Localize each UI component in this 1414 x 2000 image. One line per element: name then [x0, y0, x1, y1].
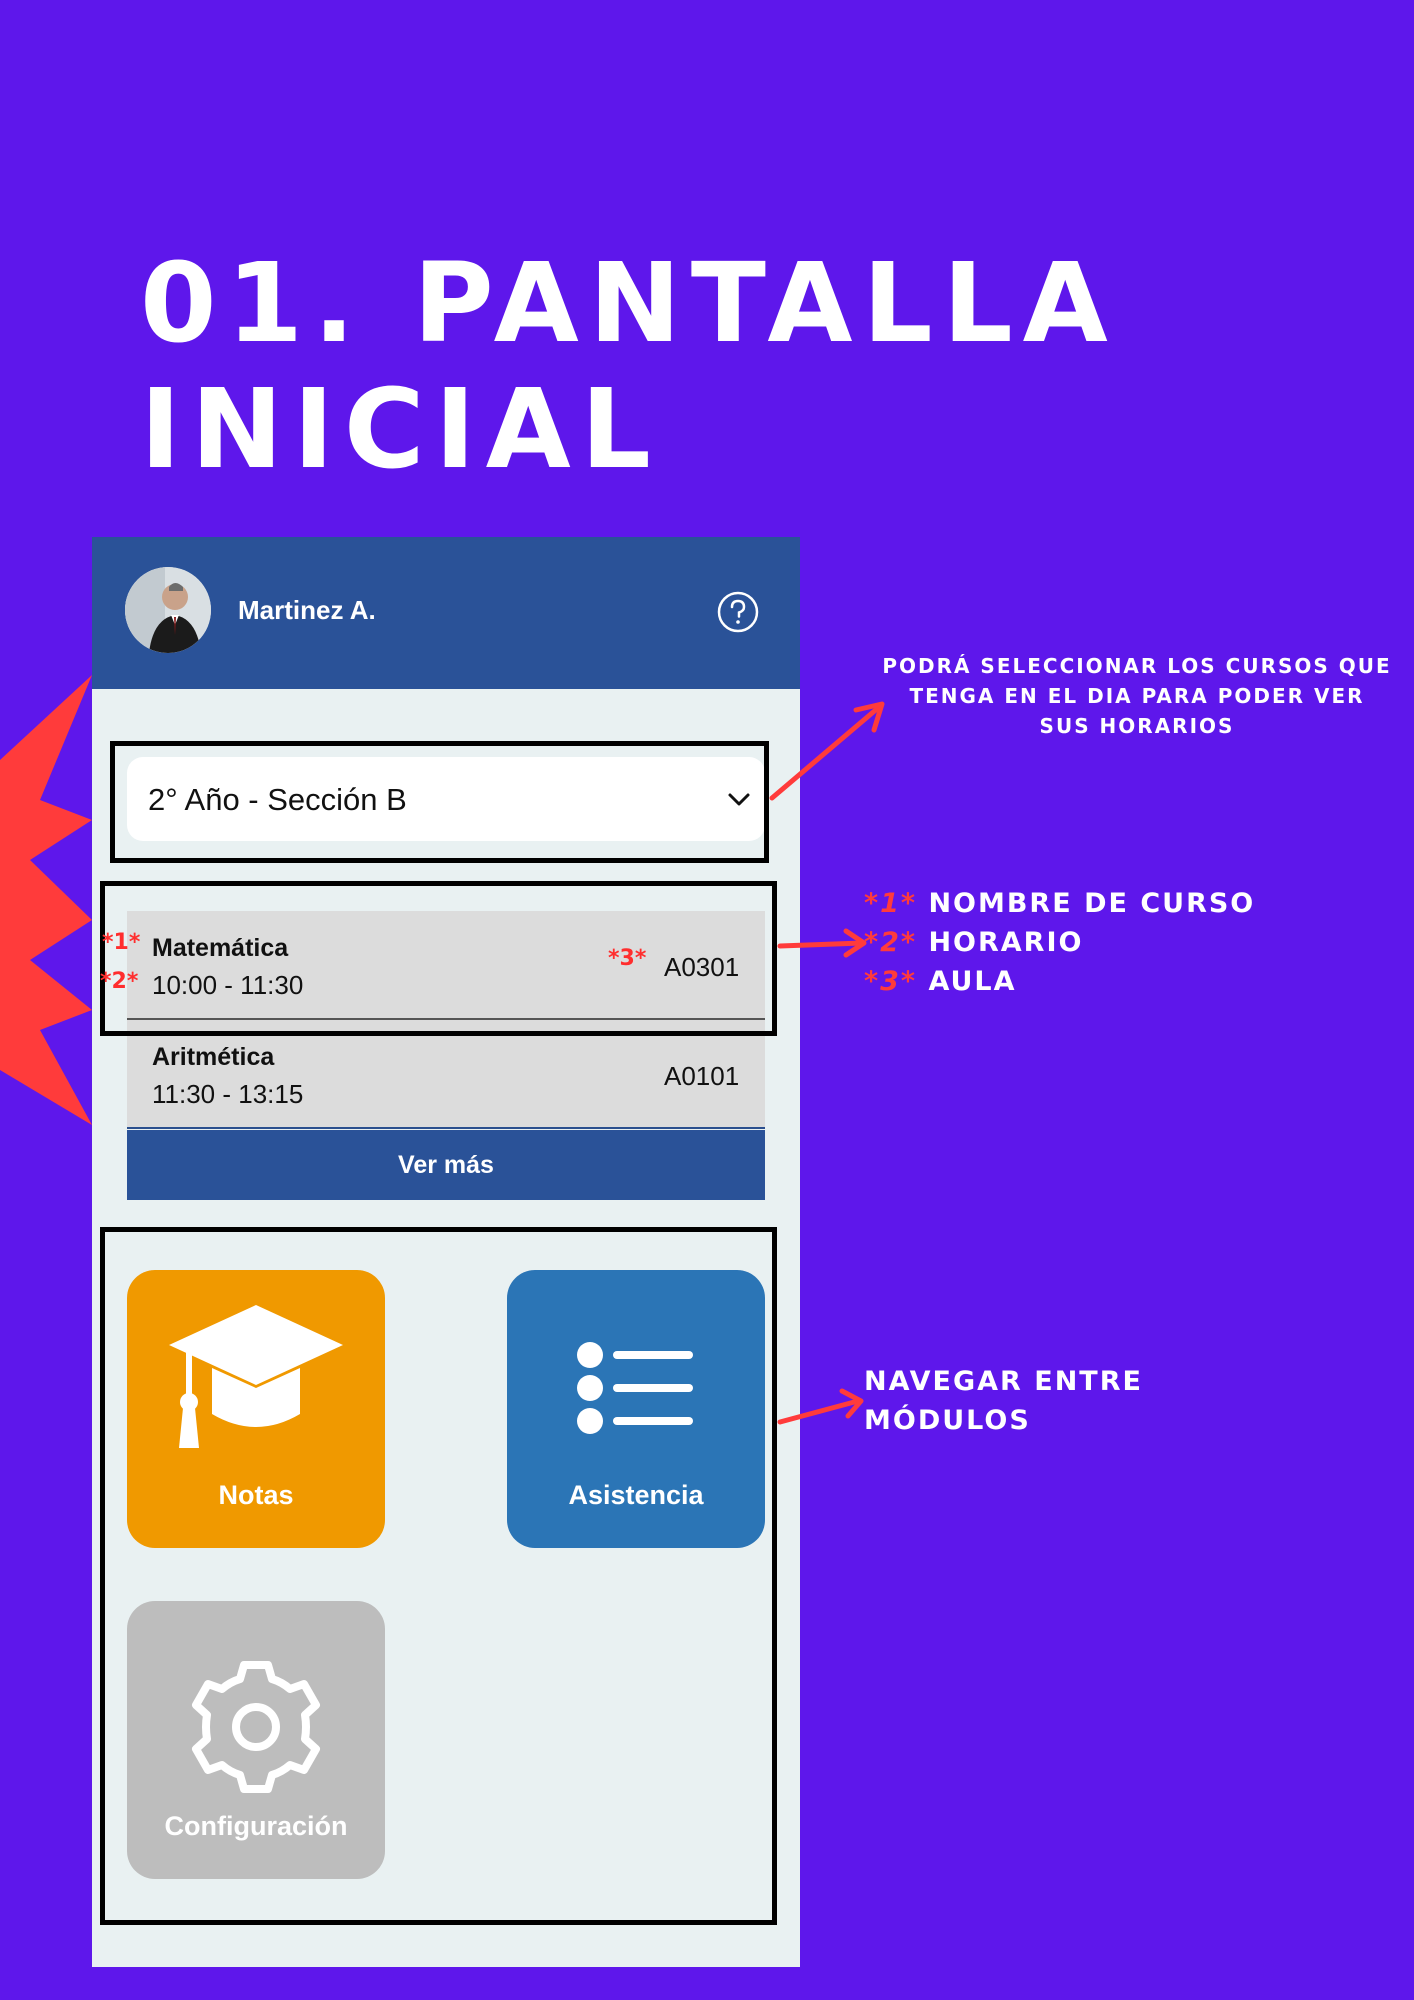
legend-mark: *1* — [864, 888, 918, 919]
legend-mark: *2* — [864, 927, 918, 958]
legend-mark: *3* — [864, 966, 918, 997]
legend-text: HORARIO — [928, 927, 1084, 958]
annotation-navigate-modules: NAVEGAR ENTRE MÓDULOS — [864, 1366, 1143, 1436]
red-spikes-decoration — [0, 675, 92, 1125]
highlight-box-dropdown — [110, 741, 769, 863]
marker-3: *3* — [608, 946, 647, 971]
legend-text: NOMBRE DE CURSO — [928, 888, 1256, 919]
user-name: Martinez A. — [238, 595, 376, 625]
page-title-line-2: INICIAL — [140, 365, 661, 493]
annotation-select-courses: PODRÁ SELECCIONAR LOS CURSOS QUE TENGA E… — [882, 654, 1392, 738]
ver-mas-button[interactable]: Ver más — [127, 1130, 765, 1200]
help-icon[interactable] — [717, 591, 759, 633]
course-time: 11:30 - 13:15 — [152, 1079, 304, 1109]
app-header: Martinez A. — [92, 537, 800, 689]
highlight-box-course — [100, 881, 777, 1036]
course-room: A0101 — [664, 1061, 740, 1091]
legend-text: AULA — [928, 966, 1017, 997]
course-name: Aritmética — [152, 1043, 275, 1071]
highlight-box-modules — [100, 1227, 777, 1925]
user-photo — [125, 567, 211, 653]
schedule-row[interactable]: Aritmética 11:30 - 13:15 A0101 — [127, 1020, 765, 1129]
page-title: 01. PANTALLA INICIAL — [140, 240, 1118, 492]
avatar[interactable] — [125, 567, 211, 653]
page-title-line-1: 01. PANTALLA — [140, 239, 1118, 367]
annotation-legend: *1* NOMBRE DE CURSO *2* HORARIO *3* AULA — [864, 884, 1255, 1001]
legend-item: *3* AULA — [864, 962, 1255, 1001]
marker-1: *1* — [102, 930, 141, 955]
marker-2: *2* — [100, 969, 139, 994]
legend-item: *1* NOMBRE DE CURSO — [864, 884, 1255, 923]
legend-item: *2* HORARIO — [864, 923, 1255, 962]
